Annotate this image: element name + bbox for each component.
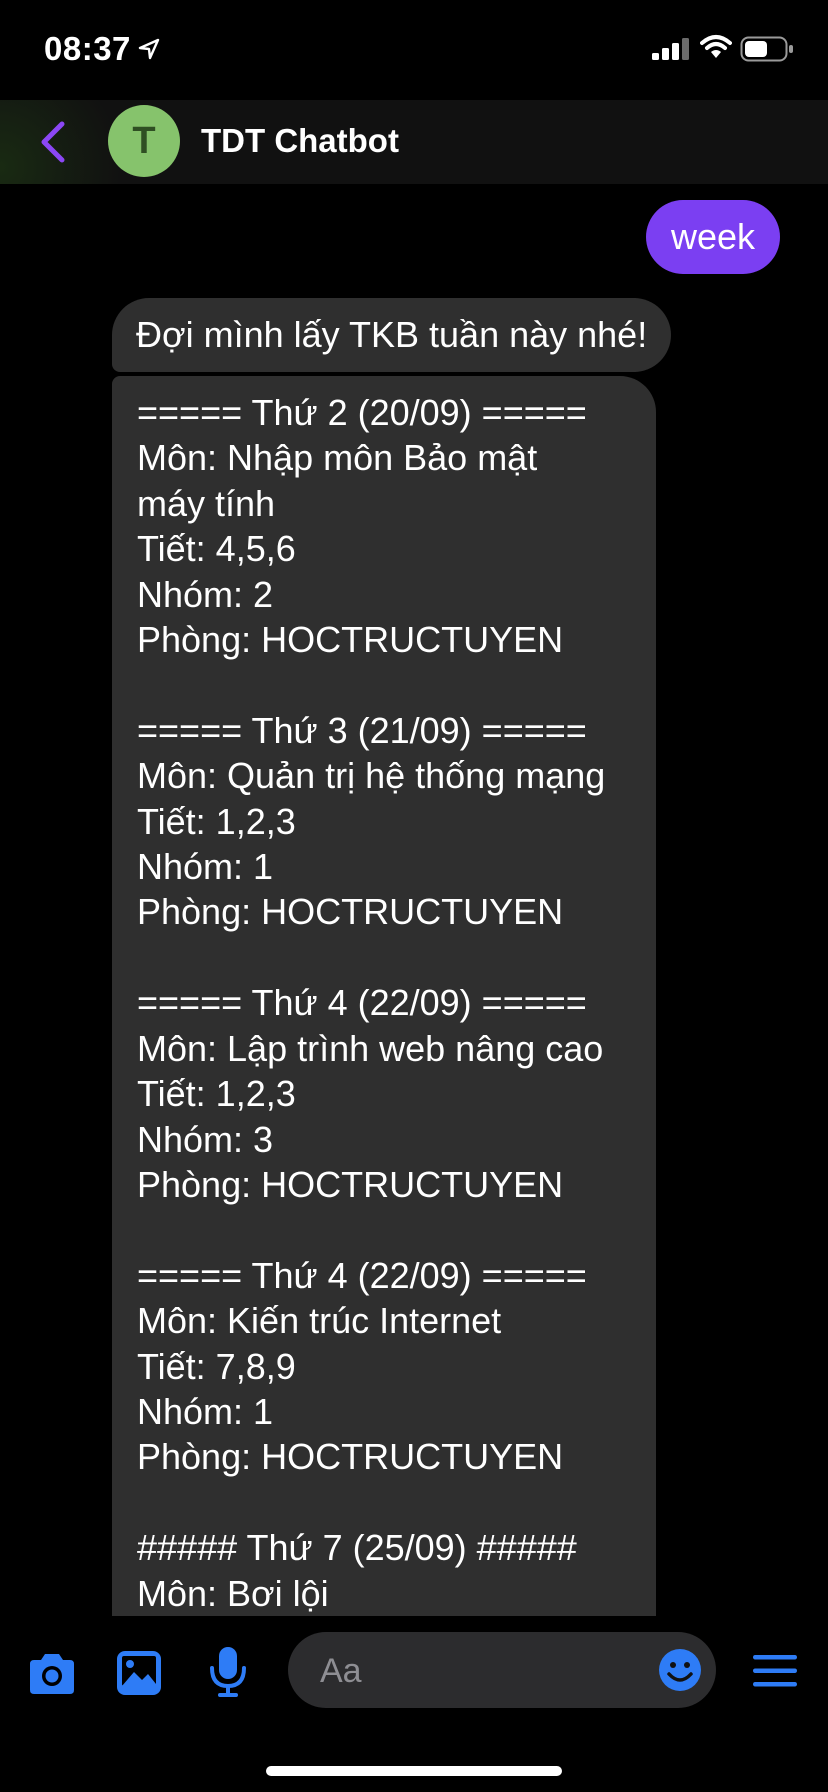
photo-icon[interactable]	[116, 1650, 162, 1696]
home-indicator[interactable]	[266, 1766, 562, 1776]
bot-message-bubble[interactable]: Đợi mình lấy TKB tuần này nhé!	[112, 298, 672, 372]
chat-title[interactable]: TDT Chatbot	[201, 122, 399, 160]
user-message-bubble[interactable]: week	[645, 200, 780, 274]
schedule-text: ===== Thứ 2 (20/09) ===== Môn: Nhập môn …	[137, 392, 606, 1614]
status-time: 08:37	[44, 30, 131, 67]
battery-icon	[740, 36, 793, 62]
microphone-icon[interactable]	[208, 1646, 248, 1698]
location-arrow-icon	[138, 38, 160, 60]
avatar[interactable]: T	[108, 105, 180, 177]
signal-icon	[652, 38, 689, 60]
wifi-icon	[700, 35, 732, 58]
message-composer[interactable]	[288, 1632, 716, 1708]
emoji-icon[interactable]	[658, 1648, 702, 1692]
status-bar: 08:37	[0, 0, 828, 100]
menu-icon[interactable]	[752, 1654, 798, 1688]
camera-icon[interactable]	[26, 1652, 78, 1696]
chat-header: T TDT Chatbot	[0, 100, 828, 184]
message-list[interactable]: week Đợi mình lấy TKB tuần này nhé! ====…	[0, 184, 828, 1616]
back-chevron-icon[interactable]	[38, 120, 68, 164]
message-input[interactable]	[318, 1650, 622, 1692]
bot-schedule-bubble[interactable]: ===== Thứ 2 (20/09) ===== Môn: Nhập môn …	[112, 376, 656, 1616]
